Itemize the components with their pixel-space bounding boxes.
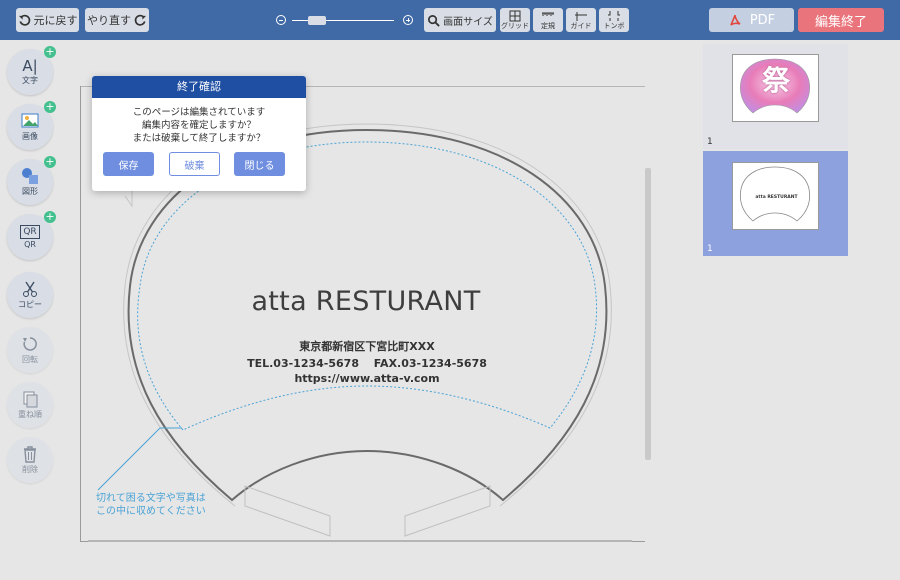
page-thumbnail-panel: 祭 1 atta RESTURANT 1 — [703, 44, 848, 256]
undo-icon — [18, 14, 30, 26]
safe-area-note-line2: この中に収めてください — [96, 506, 206, 517]
dialog-title: 終了確認 — [92, 76, 306, 98]
horizontal-scrollbar[interactable] — [88, 540, 632, 542]
ruler-label: 定規 — [541, 22, 555, 30]
undo-button[interactable]: 元に戻す — [16, 8, 79, 32]
scissors-icon — [23, 281, 37, 297]
shapes-icon — [22, 168, 38, 184]
dialog-message-line3: または破棄して終了しますか？ — [132, 133, 266, 144]
dialog-message-line1: このページは編集されています — [132, 107, 266, 118]
festival-kanji-text: 祭 — [761, 64, 790, 97]
thumbnail-preview: atta RESTURANT — [732, 162, 819, 230]
shape-tool-label: 図形 — [22, 187, 38, 196]
rotate-icon — [23, 337, 37, 351]
ruler-icon — [542, 12, 554, 16]
dialog-discard-button[interactable]: 破棄 — [169, 152, 220, 176]
page-thumbnail-2-selected[interactable]: atta RESTURANT 1 — [703, 151, 848, 256]
fit-screen-label: 画面サイズ — [443, 16, 493, 28]
shop-name-text[interactable]: atta RESTURANT — [180, 286, 552, 317]
trim-marks-icon — [608, 11, 620, 21]
finish-editing-button[interactable]: 編集終了 — [798, 8, 884, 32]
thumbnail-preview: 祭 — [732, 54, 819, 122]
search-icon — [428, 14, 440, 27]
dialog-message: このページは編集されています 編集内容を確定しますか？ または破棄して終了します… — [92, 106, 306, 145]
delete-tool-button[interactable]: 削除 — [7, 437, 53, 483]
finish-confirm-dialog: 終了確認 このページは編集されています 編集内容を確定しますか？ または破棄して… — [92, 76, 306, 191]
qr-tool-label: QR — [24, 240, 36, 249]
safe-area-note: 切れて困る文字や写真は この中に収めてください — [96, 492, 206, 518]
vertical-scrollbar[interactable] — [645, 168, 651, 460]
website-url-text[interactable]: https://www.atta-v.com — [200, 372, 534, 385]
add-image-tool-button[interactable]: + 画像 — [7, 100, 56, 150]
arrange-order-tool-button[interactable]: 重ね順 — [7, 382, 53, 428]
ruler-toggle-button[interactable]: 定規 — [533, 8, 563, 32]
grid-icon — [509, 10, 521, 22]
dialog-close-button[interactable]: 閉じる — [234, 152, 285, 176]
grid-label: グリッド — [501, 22, 529, 30]
phone-fax-text[interactable]: TEL.03-1234-5678 FAX.03-1234-5678 — [200, 355, 534, 371]
rotate-tool-label: 回転 — [22, 355, 38, 364]
arrange-order-label: 重ね順 — [18, 410, 42, 419]
add-text-tool-button[interactable]: + A| 文字 — [7, 45, 56, 95]
fit-screen-button[interactable]: 画面サイズ — [424, 8, 496, 32]
dialog-message-line2: 編集内容を確定しますか？ — [141, 120, 256, 131]
add-badge-icon: + — [44, 210, 56, 223]
layers-icon — [23, 391, 38, 408]
grid-toggle-button[interactable]: グリッド — [500, 8, 530, 32]
delete-tool-label: 削除 — [22, 465, 38, 474]
add-badge-icon: + — [44, 45, 56, 58]
rotate-tool-button[interactable]: 回転 — [7, 327, 53, 373]
add-qr-tool-button[interactable]: + QR QR — [7, 210, 56, 260]
add-badge-icon: + — [44, 155, 56, 168]
pdf-button[interactable]: PDF — [709, 8, 794, 32]
redo-icon — [134, 14, 147, 26]
redo-button[interactable]: やり直す — [85, 8, 149, 32]
finish-editing-label: 編集終了 — [814, 14, 867, 30]
text-tool-icon: A| — [22, 57, 38, 75]
thumbnail-shop-name: atta RESTURANT — [755, 195, 798, 200]
page-number: 1 — [707, 244, 713, 254]
undo-label: 元に戻す — [33, 14, 78, 27]
zoom-slider-handle[interactable] — [308, 16, 326, 25]
copy-tool-button[interactable]: コピー — [7, 272, 53, 318]
image-icon — [21, 113, 39, 128]
zoom-out-icon[interactable] — [276, 15, 286, 25]
pdf-label: PDF — [749, 12, 776, 28]
image-tool-label: 画像 — [22, 132, 38, 141]
dialog-save-button[interactable]: 保存 — [103, 152, 154, 176]
pdf-icon — [730, 14, 741, 26]
qr-code-icon: QR — [20, 225, 40, 239]
add-badge-icon: + — [44, 100, 56, 113]
copy-tool-label: コピー — [18, 300, 42, 309]
trim-marks-label: トンボ — [603, 22, 625, 30]
trash-icon — [24, 446, 36, 463]
address-text[interactable]: 東京都新宿区下宮比町XXX — [200, 338, 534, 354]
safe-area-note-line1: 切れて困る文字や写真は — [96, 493, 206, 504]
redo-label: やり直す — [87, 14, 131, 27]
trim-marks-toggle-button[interactable]: トンボ — [599, 8, 629, 32]
zoom-in-icon[interactable] — [403, 15, 413, 25]
page-thumbnail-1[interactable]: 祭 1 — [703, 44, 848, 149]
guide-toggle-button[interactable]: ガイド — [566, 8, 596, 32]
guide-label: ガイド — [570, 22, 592, 30]
page-number: 1 — [707, 137, 713, 147]
text-tool-label: 文字 — [22, 76, 38, 85]
guide-icon — [575, 12, 587, 21]
add-shape-tool-button[interactable]: + 図形 — [7, 155, 56, 205]
